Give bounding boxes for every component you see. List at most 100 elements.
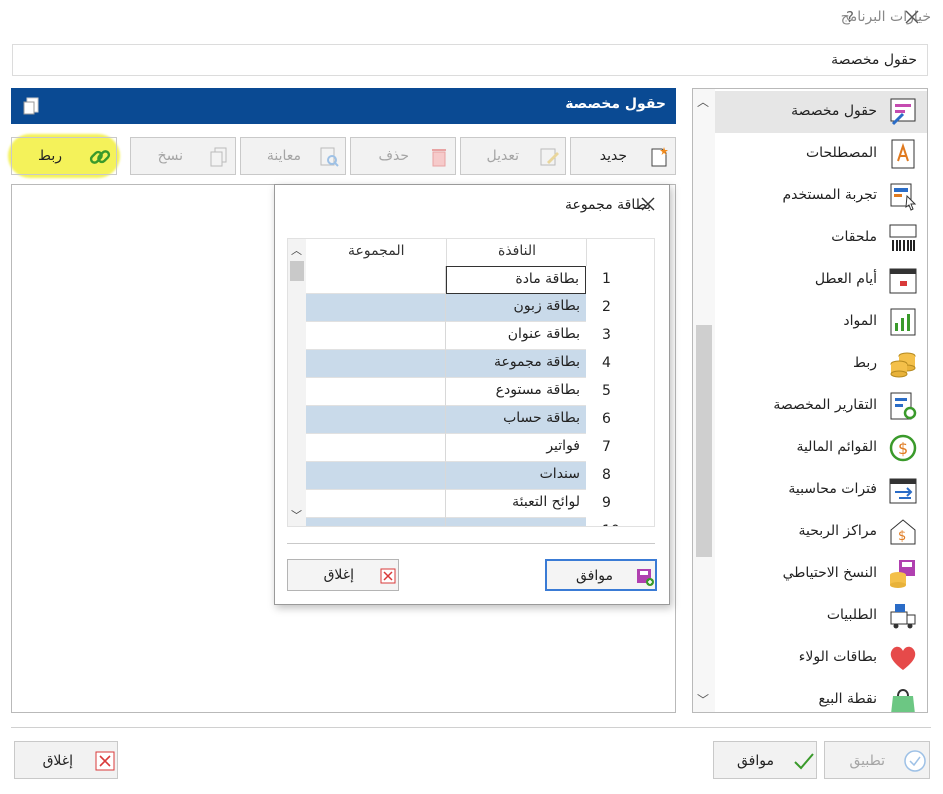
nav-item-profit-centers[interactable]: مراكز الربحية $ bbox=[715, 511, 927, 553]
terms-icon bbox=[891, 139, 915, 169]
accounting-periods-icon bbox=[889, 478, 917, 504]
table-row[interactable]: فواتير 7 bbox=[306, 434, 654, 462]
nav-item-link[interactable]: ربط bbox=[715, 343, 927, 385]
window-cell[interactable]: فواتير bbox=[446, 434, 586, 462]
table-row[interactable]: بطاقة حساب 6 bbox=[306, 406, 654, 434]
nav-item-holidays[interactable]: أيام العطل bbox=[715, 259, 927, 301]
delete-button[interactable]: حذف bbox=[350, 137, 456, 175]
check-icon bbox=[794, 753, 814, 770]
nav-item-label: أيام العطل bbox=[814, 271, 877, 287]
new-button[interactable]: جديد bbox=[570, 137, 676, 175]
nav-item-pos[interactable]: نقطة البيع bbox=[715, 679, 927, 712]
window-cell[interactable] bbox=[446, 518, 586, 526]
section-title: حقول مخصصة bbox=[565, 96, 666, 112]
nav-scroll-thumb[interactable] bbox=[696, 325, 712, 557]
nav-item-backup[interactable]: النسخ الاحتياطي bbox=[715, 553, 927, 595]
window-cell[interactable]: بطاقة مجموعة bbox=[446, 350, 586, 378]
nav-item-materials[interactable]: المواد bbox=[715, 301, 927, 343]
pos-bag-icon bbox=[891, 689, 915, 712]
new-document-icon bbox=[651, 147, 668, 167]
header-divider bbox=[586, 239, 587, 266]
group-cell[interactable] bbox=[306, 490, 446, 518]
group-cell[interactable] bbox=[306, 294, 446, 322]
group-cell[interactable] bbox=[306, 462, 446, 490]
windows-grid[interactable]: ︿ ﹀ المجموعة النافذة بطاقة مادة 1 بطاقة … bbox=[287, 238, 655, 527]
group-cell[interactable] bbox=[306, 322, 446, 350]
chevron-up-icon[interactable]: ︿ bbox=[291, 242, 302, 258]
nav-item-custom-fields[interactable]: حقول مخصصة bbox=[715, 91, 927, 133]
help-button[interactable]: ? bbox=[846, 8, 854, 26]
group-cell[interactable] bbox=[306, 406, 446, 434]
nav-item-orders[interactable]: الطلبيات bbox=[715, 595, 927, 637]
window-cell[interactable]: بطاقة مادة bbox=[446, 266, 586, 294]
backup-icon bbox=[890, 560, 915, 588]
nav-item-custom-reports[interactable]: التقارير المخصصة bbox=[715, 385, 927, 427]
table-row[interactable]: 10 bbox=[306, 518, 654, 526]
chevron-down-icon[interactable]: ﹀ bbox=[697, 691, 709, 708]
group-cell[interactable] bbox=[306, 434, 446, 462]
ok-label: موافق bbox=[737, 753, 774, 769]
group-cell[interactable] bbox=[306, 378, 446, 406]
nav-item-label: القوائم المالية bbox=[796, 439, 877, 455]
close-button[interactable]: إغلاق bbox=[14, 741, 118, 779]
window-cell[interactable]: بطاقة حساب bbox=[446, 406, 586, 434]
window-cell[interactable]: بطاقة عنوان bbox=[446, 322, 586, 350]
group-cell[interactable] bbox=[306, 518, 446, 526]
svg-text:$: $ bbox=[898, 529, 906, 544]
column-header-group[interactable]: المجموعة bbox=[348, 243, 404, 259]
table-row[interactable]: بطاقة مستودع 5 bbox=[306, 378, 654, 406]
nav-item-label: تجربة المستخدم bbox=[782, 187, 877, 203]
nav-item-extensions[interactable]: ملحقات bbox=[715, 217, 927, 259]
new-label: جديد bbox=[599, 148, 627, 164]
document-icon[interactable] bbox=[21, 95, 43, 117]
chevron-up-icon[interactable]: ︿ bbox=[697, 93, 709, 110]
dialog-ok-button[interactable]: موافق bbox=[545, 559, 657, 591]
apply-check-icon bbox=[904, 750, 926, 772]
table-row[interactable]: بطاقة مجموعة 4 bbox=[306, 350, 654, 378]
nav-item-accounting-periods[interactable]: فترات محاسبية bbox=[715, 469, 927, 511]
window-cell[interactable]: بطاقة مستودع bbox=[446, 378, 586, 406]
close-icon[interactable] bbox=[900, 4, 924, 30]
window-cell[interactable]: بطاقة زبون bbox=[446, 294, 586, 322]
copy-label: نسخ bbox=[157, 148, 183, 164]
dialog-close-label: إغلاق bbox=[323, 567, 354, 583]
dialog-divider bbox=[287, 543, 655, 544]
group-cell[interactable] bbox=[306, 350, 446, 378]
preview-label: معاينة bbox=[266, 148, 301, 164]
group-cell[interactable] bbox=[306, 266, 446, 294]
nav-item-user-experience[interactable]: تجربة المستخدم bbox=[715, 175, 927, 217]
nav-scrollbar[interactable]: ︿ ﹀ bbox=[693, 89, 715, 712]
table-row[interactable]: بطاقة عنوان 3 bbox=[306, 322, 654, 350]
profit-centers-icon: $ bbox=[890, 519, 916, 545]
nav-item-label: نقطة البيع bbox=[818, 691, 877, 707]
table-row[interactable]: بطاقة مادة 1 bbox=[306, 266, 654, 294]
preview-button[interactable]: معاينة bbox=[240, 137, 346, 175]
grid-scrollbar[interactable]: ︿ ﹀ bbox=[288, 239, 306, 526]
row-number: 1 bbox=[602, 271, 611, 287]
ok-button[interactable]: موافق bbox=[713, 741, 817, 779]
close-icon[interactable] bbox=[639, 195, 657, 213]
save-icon bbox=[637, 569, 654, 586]
table-row[interactable]: سندات 8 bbox=[306, 462, 654, 490]
nav-item-label: التقارير المخصصة bbox=[773, 397, 877, 413]
nav-item-terms[interactable]: المصطلحات bbox=[715, 133, 927, 175]
table-row[interactable]: لوائح التعبئة 9 bbox=[306, 490, 654, 518]
table-row[interactable]: بطاقة زبون 2 bbox=[306, 294, 654, 322]
copy-button[interactable]: نسخ bbox=[130, 137, 236, 175]
nav-item-financial-statements[interactable]: القوائم المالية $ bbox=[715, 427, 927, 469]
materials-icon bbox=[890, 308, 916, 336]
link-button[interactable]: ربط bbox=[11, 137, 117, 175]
options-nav[interactable]: ︿ ﹀ حقول مخصصة المصطلحات تجربة المستخدم … bbox=[692, 88, 928, 713]
nav-item-label: بطاقات الولاء bbox=[798, 649, 877, 665]
column-header-window[interactable]: النافذة bbox=[498, 243, 536, 259]
window-cell[interactable]: سندات bbox=[446, 462, 586, 490]
edit-button[interactable]: تعديل bbox=[460, 137, 566, 175]
edit-icon bbox=[540, 148, 559, 166]
window-cell[interactable]: لوائح التعبئة bbox=[446, 490, 586, 518]
delete-label: حذف bbox=[378, 148, 409, 164]
dialog-close-button[interactable]: إغلاق bbox=[287, 559, 399, 591]
chevron-down-icon[interactable]: ﹀ bbox=[291, 507, 302, 523]
apply-button[interactable]: تطبيق bbox=[824, 741, 930, 779]
grid-scroll-thumb[interactable] bbox=[290, 261, 304, 281]
nav-item-loyalty-cards[interactable]: بطاقات الولاء bbox=[715, 637, 927, 679]
